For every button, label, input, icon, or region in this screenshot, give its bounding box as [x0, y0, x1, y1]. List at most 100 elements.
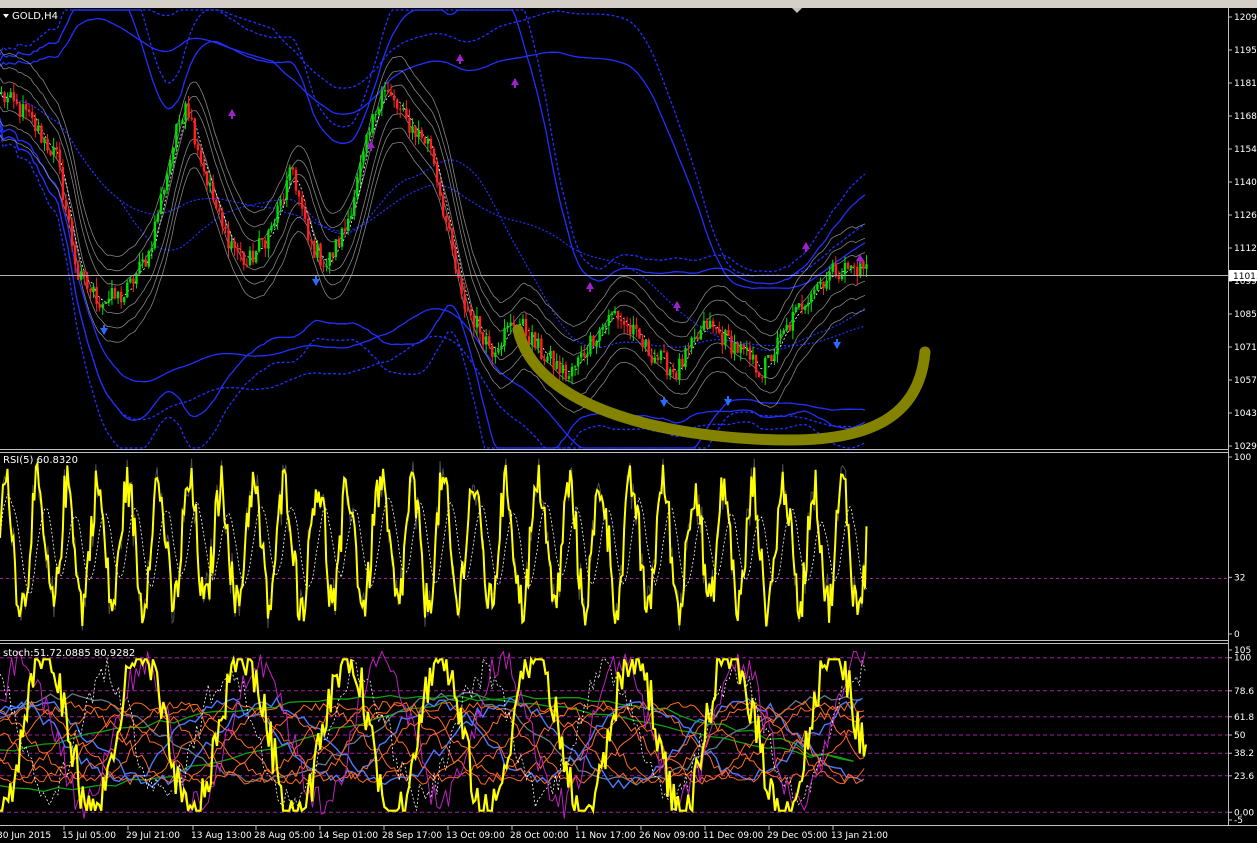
candle-body	[494, 352, 497, 357]
candle-body	[126, 282, 129, 298]
candle-body	[503, 328, 506, 346]
candle-body	[672, 369, 675, 373]
candle-body	[635, 324, 638, 329]
candle-body	[233, 241, 236, 249]
candle-body	[592, 335, 595, 347]
candle-body	[558, 361, 561, 374]
candle-body	[576, 357, 580, 367]
stoch-tick-label: 50	[1234, 731, 1246, 741]
candle-body	[150, 248, 154, 252]
candle-body	[825, 280, 828, 289]
candle-body	[742, 344, 745, 350]
candle-body	[110, 288, 114, 299]
price-tick-label: 1112.	[1234, 244, 1257, 254]
candle-body	[745, 347, 749, 350]
candle-body	[610, 313, 614, 316]
candle-body	[607, 315, 611, 326]
time-tick-label: 13 Jan 21:00	[831, 831, 888, 841]
candle-body	[334, 239, 338, 258]
candle-body	[622, 321, 626, 325]
candle-body	[813, 289, 816, 295]
candle-body	[257, 238, 261, 252]
candle-body	[141, 259, 144, 262]
candle-body	[276, 205, 279, 223]
candle-body	[849, 265, 853, 269]
candle-body	[221, 211, 224, 227]
candle-body	[662, 350, 666, 353]
candle-body	[797, 303, 801, 308]
candle-body	[52, 147, 55, 156]
candle-body	[187, 103, 190, 118]
candle-body	[132, 278, 135, 284]
candle-body	[83, 271, 86, 276]
candle-body	[279, 199, 282, 206]
candle-body	[601, 326, 604, 330]
candle-body	[767, 354, 770, 358]
price-tick-label: 1029.	[1234, 442, 1257, 452]
candle-body	[267, 230, 270, 249]
time-tick-label: 13 Aug 13:00	[191, 831, 252, 841]
candle-body	[684, 348, 687, 367]
candle-body	[303, 208, 307, 219]
candle-body	[800, 303, 804, 310]
candle-body	[261, 238, 264, 241]
candle-body	[534, 332, 537, 348]
candle-body	[184, 103, 187, 121]
candle-body	[561, 364, 565, 374]
candle-body	[331, 252, 334, 258]
time-tick-label: 30 Jun 2015	[0, 831, 51, 841]
candle-body	[530, 332, 534, 346]
candle-body	[107, 298, 111, 303]
trading-chart[interactable]: GOLD,H4 1209. 1195. 1181. 1168. 1154. 1140. 11…	[0, 0, 1257, 843]
candle-body	[340, 228, 344, 247]
stoch-tick-label: 61.8	[1234, 713, 1254, 723]
candle-body	[687, 348, 690, 350]
candle-body	[101, 303, 104, 308]
candle-body	[852, 265, 856, 267]
candle-body	[322, 265, 325, 267]
candle-body	[583, 352, 586, 357]
candle-body	[491, 345, 494, 357]
candle-body	[165, 173, 169, 191]
candle-body	[92, 286, 95, 292]
rsi-tick-label: 100	[1234, 453, 1251, 463]
candle-body	[445, 215, 448, 223]
candle-body	[349, 215, 353, 219]
candle-body	[426, 138, 430, 144]
candle-body	[230, 241, 233, 249]
candle-body	[481, 332, 485, 345]
candle-body	[748, 347, 752, 360]
candle-body	[86, 275, 89, 289]
candle-body	[810, 294, 813, 303]
candle-body	[782, 330, 785, 335]
current-price-tag: 1101.	[1229, 270, 1257, 282]
price-tick-label: 1181.	[1234, 79, 1257, 89]
candle-body	[454, 249, 457, 270]
candle-body	[754, 354, 758, 373]
candle-body	[714, 327, 718, 329]
candle-body	[751, 354, 755, 360]
candle-body	[466, 309, 469, 311]
candle-body	[460, 278, 463, 295]
candle-body	[463, 294, 466, 310]
candle-body	[316, 243, 319, 258]
candle-body	[218, 208, 221, 212]
candle-body	[546, 356, 549, 362]
candle-body	[37, 125, 40, 132]
candle-body	[24, 104, 28, 111]
rsi-tick-label: 0	[1234, 630, 1240, 640]
stoch-label: stoch:51.72.0885 80.9282	[3, 648, 135, 659]
candle-body	[172, 147, 175, 160]
candle-body	[227, 229, 230, 249]
candle-body	[386, 89, 390, 92]
candle-body	[690, 337, 693, 349]
candle-body	[359, 162, 362, 177]
candle-body	[175, 124, 178, 148]
candle-body	[862, 261, 865, 269]
candle-body	[484, 336, 488, 345]
candle-body	[524, 318, 528, 337]
candle-body	[540, 338, 543, 359]
candle-body	[580, 352, 583, 358]
candle-body	[346, 218, 350, 232]
price-tick-label: 1043.	[1234, 409, 1257, 419]
